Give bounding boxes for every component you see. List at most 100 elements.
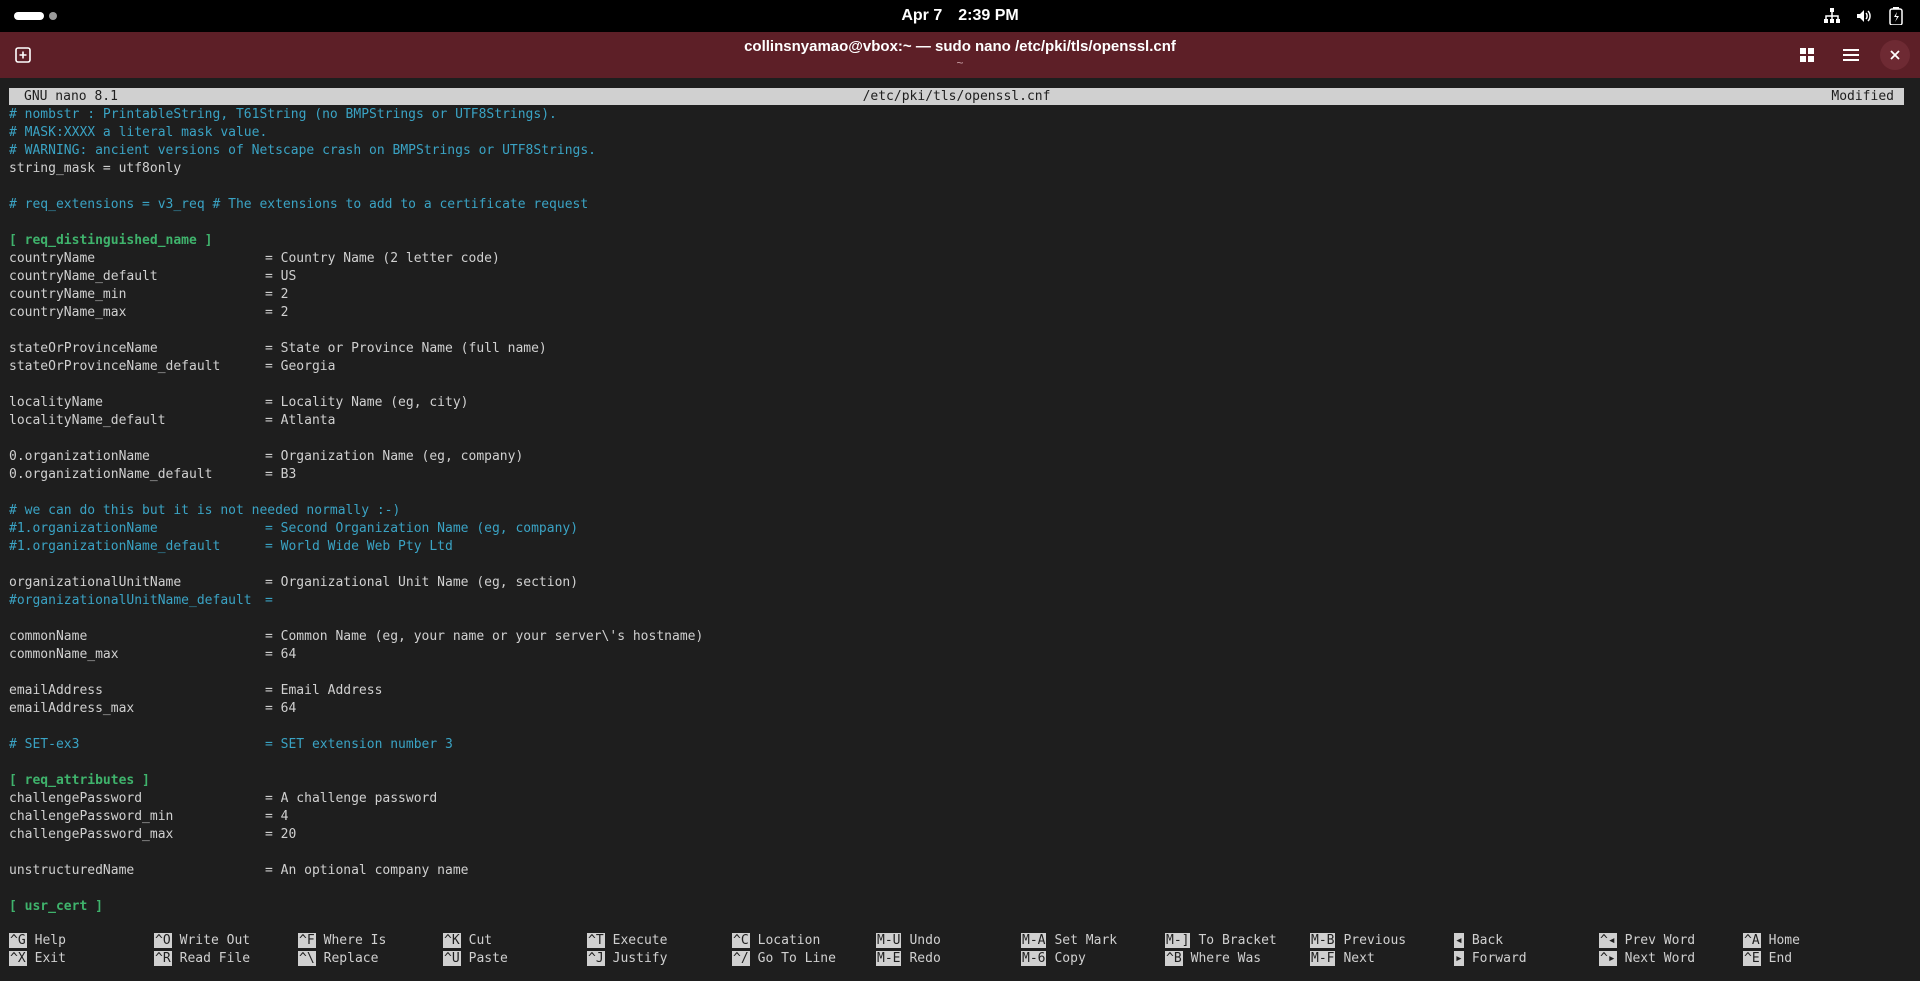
- clock-date[interactable]: Apr 7: [901, 7, 942, 25]
- config-value: = Country Name (2 letter code): [265, 251, 500, 266]
- shortcut-key: ^\: [298, 951, 316, 966]
- shortcut-label: Cut: [468, 933, 493, 948]
- shortcut-location[interactable]: ^C Location: [732, 932, 820, 950]
- shortcut-label: To Bracket: [1198, 933, 1277, 948]
- comment-text: # req_extensions = v3_req # The extensio…: [9, 197, 589, 212]
- editor-line: [ usr_cert ]: [9, 898, 1909, 916]
- editor-line: [ req_attributes ]: [9, 772, 1909, 790]
- editor-line: countryName_default = US: [9, 268, 1909, 286]
- system-top-bar: Apr 7 2:39 PM: [0, 0, 1920, 32]
- section-header: [ usr_cert ]: [9, 899, 103, 914]
- config-value: = Locality Name (eg, city): [265, 395, 469, 410]
- shortcut-copy[interactable]: M-6 Copy: [1021, 950, 1086, 968]
- config-key: # SET-ex3: [9, 737, 80, 752]
- volume-icon[interactable]: [1854, 6, 1874, 26]
- shortcut-key: ▸: [1454, 951, 1464, 966]
- shortcut-end[interactable]: ^E End: [1743, 950, 1792, 968]
- shortcut-key: ^C: [732, 933, 750, 948]
- editor-line: stateOrProvinceName_default = Georgia: [9, 358, 1909, 376]
- editor-line: countryName_max = 2: [9, 304, 1909, 322]
- shortcut-label: Location: [757, 933, 821, 948]
- shortcut-previous[interactable]: M-B Previous: [1310, 932, 1406, 950]
- shortcut-home[interactable]: ^A Home: [1743, 932, 1800, 950]
- config-key: localityName: [9, 395, 103, 410]
- config-key: countryName_max: [9, 305, 127, 320]
- config-value: = Organization Name (eg, company): [265, 449, 524, 464]
- comment-text: # MASK:XXXX a literal mask value.: [9, 125, 268, 140]
- shortcut-next[interactable]: M-F Next: [1310, 950, 1375, 968]
- config-value: =: [265, 593, 273, 608]
- new-tab-button[interactable]: [10, 42, 36, 68]
- editor-line: emailAddress = Email Address: [9, 682, 1909, 700]
- shortcut-label: Prev Word: [1624, 933, 1696, 948]
- shortcut-key: ^G: [9, 933, 27, 948]
- shortcut-next-word[interactable]: ^▸ Next Word: [1599, 950, 1695, 968]
- window-title: collinsnyamao@vbox:~ — sudo nano /etc/pk…: [744, 38, 1176, 55]
- shortcut-label: Next: [1343, 951, 1375, 966]
- config-key: challengePassword_max: [9, 827, 174, 842]
- activities-indicator[interactable]: [14, 12, 57, 20]
- editor-line: emailAddress_max = 64: [9, 700, 1909, 718]
- shortcut-paste[interactable]: ^U Paste: [443, 950, 508, 968]
- shortcut-where-is[interactable]: ^F Where Is: [298, 932, 386, 950]
- shortcut-execute[interactable]: ^T Execute: [587, 932, 667, 950]
- shortcut-cut[interactable]: ^K Cut: [443, 932, 492, 950]
- config-key: unstructuredName: [9, 863, 135, 878]
- terminal-area[interactable]: /etc/pki/tls/openssl.cnf GNU nano 8.1 Mo…: [0, 78, 1920, 981]
- system-tray[interactable]: [1822, 6, 1906, 26]
- config-key: #1.organizationName_default: [9, 539, 221, 554]
- shortcut-replace[interactable]: ^\ Replace: [298, 950, 378, 968]
- tab-overview-button[interactable]: [1792, 40, 1822, 70]
- config-value: = 2: [265, 287, 289, 302]
- shortcut-label: Justify: [612, 951, 668, 966]
- clock-time[interactable]: 2:39 PM: [958, 7, 1018, 25]
- config-value: = Georgia: [265, 359, 336, 374]
- shortcut-back[interactable]: ◂ Back: [1454, 932, 1503, 950]
- shortcut-label: End: [1768, 951, 1793, 966]
- shortcut-help[interactable]: ^G Help: [9, 932, 66, 950]
- shortcut-key: ^U: [443, 951, 461, 966]
- config-value: = US: [265, 269, 297, 284]
- shortcut-key: ◂: [1454, 933, 1464, 948]
- config-key: #1.organizationName: [9, 521, 158, 536]
- editor-line: # MASK:XXXX a literal mask value.: [9, 124, 1909, 142]
- config-value: = Common Name (eg, your name or your ser…: [265, 629, 704, 644]
- shortcut-prev-word[interactable]: ^◂ Prev Word: [1599, 932, 1695, 950]
- close-window-button[interactable]: [1880, 40, 1910, 70]
- shortcut-write-out[interactable]: ^O Write Out: [154, 932, 250, 950]
- battery-icon[interactable]: [1886, 6, 1906, 26]
- editor-line: countryName_min = 2: [9, 286, 1909, 304]
- config-value: = Organizational Unit Name (eg, section): [265, 575, 579, 590]
- shortcut-to-bracket[interactable]: M-] To Bracket: [1165, 932, 1277, 950]
- config-value: = World Wide Web Pty Ltd: [265, 539, 453, 554]
- shortcut-read-file[interactable]: ^R Read File: [154, 950, 250, 968]
- config-value: = A challenge password: [265, 791, 438, 806]
- network-icon[interactable]: [1822, 6, 1842, 26]
- nano-title-bar: /etc/pki/tls/openssl.cnf GNU nano 8.1 Mo…: [9, 88, 1904, 105]
- main-menu-button[interactable]: [1836, 40, 1866, 70]
- shortcut-forward[interactable]: ▸ Forward: [1454, 950, 1527, 968]
- shortcut-redo[interactable]: M-E Redo: [876, 950, 941, 968]
- shortcut-where-was[interactable]: ^B Where Was: [1165, 950, 1261, 968]
- shortcut-key: ^B: [1165, 951, 1183, 966]
- shortcut-undo[interactable]: M-U Undo: [876, 932, 941, 950]
- window-subtitle: ~: [956, 56, 964, 70]
- workspace-active-indicator: [14, 12, 44, 20]
- config-value: = 64: [265, 701, 297, 716]
- nano-editor-buffer[interactable]: # nombstr : PrintableString, T61String (…: [9, 106, 1909, 916]
- shortcut-key: ^R: [154, 951, 172, 966]
- editor-line: # WARNING: ancient versions of Netscape …: [9, 142, 1909, 160]
- shortcut-label: Copy: [1054, 951, 1086, 966]
- shortcut-set-mark[interactable]: M-A Set Mark: [1021, 932, 1117, 950]
- shortcut-label: Execute: [612, 933, 668, 948]
- shortcut-go-to-line[interactable]: ^/ Go To Line: [732, 950, 836, 968]
- editor-line: localityName_default = Atlanta: [9, 412, 1909, 430]
- shortcut-justify[interactable]: ^J Justify: [587, 950, 667, 968]
- config-value: = SET extension number 3: [265, 737, 453, 752]
- shortcut-exit[interactable]: ^X Exit: [9, 950, 66, 968]
- editor-line: # req_extensions = v3_req # The extensio…: [9, 196, 1909, 214]
- shortcut-key: ^O: [154, 933, 172, 948]
- shortcut-label: Previous: [1343, 933, 1407, 948]
- shortcut-key: M-E: [876, 951, 902, 966]
